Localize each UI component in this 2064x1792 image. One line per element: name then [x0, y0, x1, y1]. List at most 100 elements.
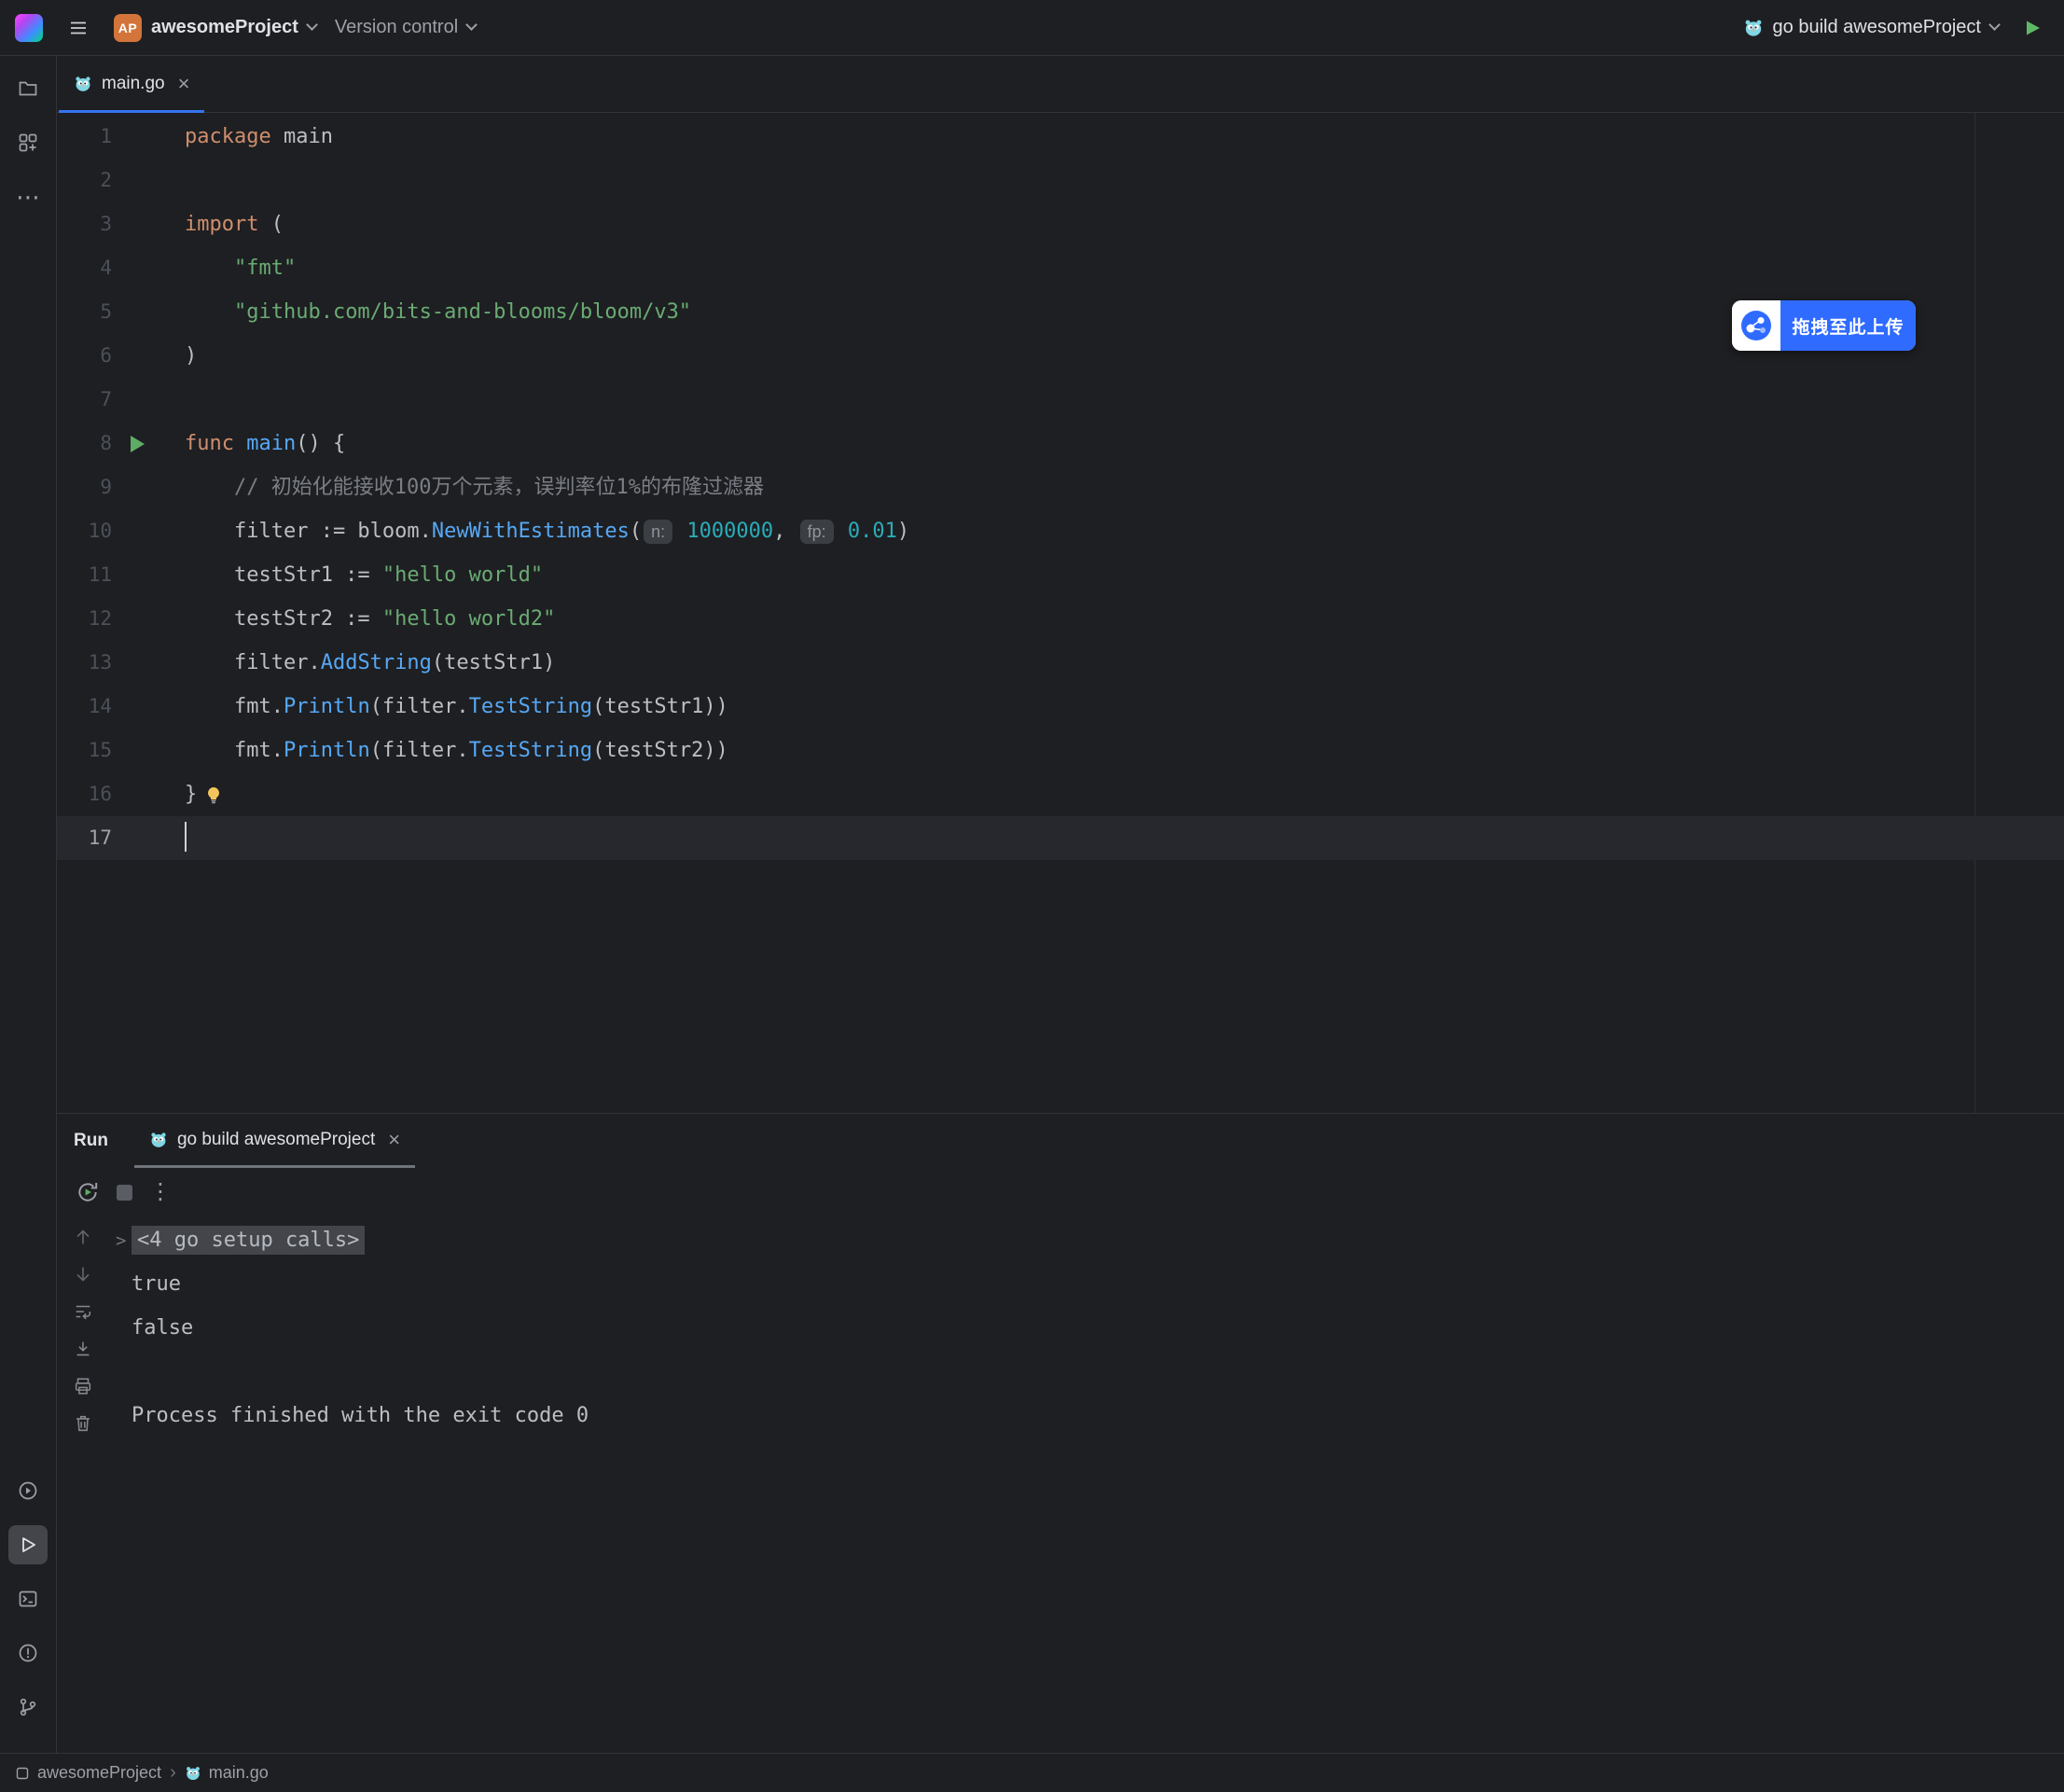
- toolwindow-problems-button[interactable]: [8, 1633, 48, 1673]
- more-vertical-icon[interactable]: ⋮: [149, 1181, 172, 1203]
- vcs-widget[interactable]: Version control: [335, 17, 476, 38]
- upload-button: 拖拽至此上传: [1780, 300, 1916, 351]
- toolwindow-more-button[interactable]: ⋯: [8, 177, 48, 216]
- code-line-11[interactable]: 11 testStr1 := "hello world": [57, 553, 2064, 597]
- run-tab-go-build[interactable]: go build awesomeProject ×: [134, 1114, 415, 1168]
- code-line-12[interactable]: 12 testStr2 := "hello world2": [57, 597, 2064, 641]
- statusbar-project-label: awesomeProject: [37, 1763, 161, 1783]
- line-number[interactable]: 3: [57, 202, 112, 246]
- code-text: filter.AddString(testStr1): [151, 641, 2064, 685]
- rerun-icon[interactable]: [76, 1180, 100, 1204]
- line-number[interactable]: 5: [57, 290, 112, 334]
- line-number[interactable]: 11: [57, 553, 112, 597]
- chevron-right-icon: ›: [170, 1762, 176, 1784]
- code-editor[interactable]: 1package main23import (4 "fmt"5 "github.…: [57, 113, 2064, 1113]
- soft-wrap-icon[interactable]: [73, 1301, 93, 1322]
- lightbulb-icon[interactable]: [204, 785, 223, 804]
- statusbar-file-label: main.go: [209, 1763, 269, 1783]
- clear-trash-icon[interactable]: [73, 1413, 93, 1434]
- folded-region[interactable]: <4 go setup calls>: [132, 1226, 365, 1255]
- line-number[interactable]: 10: [57, 509, 112, 553]
- project-square-icon: [15, 1766, 30, 1781]
- fold-chevron-icon[interactable]: >: [116, 1219, 132, 1263]
- console-text: Process finished with the exit code 0: [132, 1404, 589, 1427]
- toolwindow-services-button[interactable]: [8, 1471, 48, 1510]
- chevron-down-icon: [1988, 19, 2001, 31]
- line-number[interactable]: 12: [57, 597, 112, 641]
- upload-overlay[interactable]: 拖拽至此上传: [1732, 300, 1916, 351]
- code-line-16[interactable]: 16}: [57, 772, 2064, 816]
- chevron-down-icon: [465, 19, 478, 31]
- code-text: testStr2 := "hello world2": [151, 597, 2064, 641]
- statusbar-project-crumb[interactable]: awesomeProject: [15, 1763, 161, 1783]
- scroll-to-end-icon[interactable]: [73, 1339, 93, 1359]
- arrow-down-icon[interactable]: [73, 1264, 93, 1285]
- console-line-5: Process finished with the exit code 0: [109, 1394, 2064, 1438]
- console-line-3: false: [109, 1306, 2064, 1350]
- toolwindow-terminal-button[interactable]: [8, 1579, 48, 1618]
- line-number[interactable]: 15: [57, 729, 112, 772]
- code-text: // 初始化能接收100万个元素，误判率位1%的布隆过滤器: [151, 465, 2064, 509]
- line-number[interactable]: 4: [57, 246, 112, 290]
- vcs-label: Version control: [335, 17, 458, 38]
- run-config-selector[interactable]: go build awesomeProject: [1743, 17, 1999, 38]
- toolwindow-git-button[interactable]: [8, 1688, 48, 1727]
- run-panel-body: ><4 go setup calls> true false Process fini…: [57, 1216, 2064, 1753]
- statusbar-file-crumb[interactable]: main.go: [185, 1763, 269, 1783]
- line-number[interactable]: 1: [57, 115, 112, 159]
- project-name: awesomeProject: [151, 17, 298, 38]
- code-line-13[interactable]: 13 filter.AddString(testStr1): [57, 641, 2064, 685]
- toolwindow-run-button[interactable]: [8, 1525, 48, 1564]
- console-line-4: [109, 1350, 2064, 1394]
- code-line-10[interactable]: 10 filter := bloom.NewWithEstimates(n: 1…: [57, 509, 2064, 553]
- code-line-1[interactable]: 1package main: [57, 115, 2064, 159]
- line-number[interactable]: 13: [57, 641, 112, 685]
- run-button[interactable]: [2016, 11, 2049, 45]
- netdisk-logo-icon: [1732, 300, 1780, 351]
- code-line-2[interactable]: 2: [57, 159, 2064, 202]
- code-line-3[interactable]: 3import (: [57, 202, 2064, 246]
- line-number[interactable]: 14: [57, 685, 112, 729]
- code-line-4[interactable]: 4 "fmt": [57, 246, 2064, 290]
- close-icon[interactable]: ×: [178, 74, 190, 94]
- line-number[interactable]: 6: [57, 334, 112, 378]
- project-widget[interactable]: AP awesomeProject: [114, 14, 316, 42]
- code-line-17[interactable]: 17: [57, 816, 2064, 860]
- code-text: "fmt": [151, 246, 2064, 290]
- close-icon[interactable]: ×: [388, 1130, 400, 1150]
- code-text: testStr1 := "hello world": [151, 553, 2064, 597]
- main-toolbar: AP awesomeProject Version control go bui…: [0, 0, 2064, 56]
- toolwindow-project-button[interactable]: [8, 69, 48, 108]
- app-logo-icon: [15, 14, 43, 42]
- line-number[interactable]: 17: [57, 816, 112, 860]
- line-number[interactable]: 7: [57, 378, 112, 422]
- code-line-15[interactable]: 15 fmt.Println(filter.TestString(testStr…: [57, 729, 2064, 772]
- run-gutter-icon[interactable]: [131, 436, 145, 452]
- project-avatar: AP: [114, 14, 142, 42]
- play-circle-icon: [17, 1479, 39, 1502]
- tab-main-go[interactable]: main.go ×: [59, 56, 204, 112]
- code-text: [151, 159, 2064, 202]
- main-menu-button[interactable]: [62, 11, 95, 45]
- code-line-9[interactable]: 9 // 初始化能接收100万个元素，误判率位1%的布隆过滤器: [57, 465, 2064, 509]
- structure-icon: [17, 132, 39, 154]
- console-text: false: [132, 1316, 193, 1340]
- tab-label: main.go: [102, 74, 165, 94]
- line-number[interactable]: 2: [57, 159, 112, 202]
- console-line-2: true: [109, 1262, 2064, 1306]
- toolwindow-structure-button[interactable]: [8, 123, 48, 162]
- run-tool-window: Run go build awesomeProject × ⋮: [57, 1113, 2064, 1753]
- line-number[interactable]: 9: [57, 465, 112, 509]
- line-number[interactable]: 16: [57, 772, 112, 816]
- arrow-up-icon[interactable]: [73, 1227, 93, 1247]
- stop-icon[interactable]: [117, 1185, 132, 1201]
- line-number[interactable]: 8: [57, 422, 112, 465]
- code-line-14[interactable]: 14 fmt.Println(filter.TestString(testStr…: [57, 685, 2064, 729]
- ide-window: AP awesomeProject Version control go bui…: [0, 0, 2064, 1792]
- play-icon: [17, 1534, 39, 1556]
- print-icon[interactable]: [73, 1376, 93, 1396]
- code-line-7[interactable]: 7: [57, 378, 2064, 422]
- chevron-down-icon: [306, 19, 318, 31]
- more-horizontal-icon: ⋯: [16, 185, 40, 209]
- code-line-8[interactable]: 8func main() {: [57, 422, 2064, 465]
